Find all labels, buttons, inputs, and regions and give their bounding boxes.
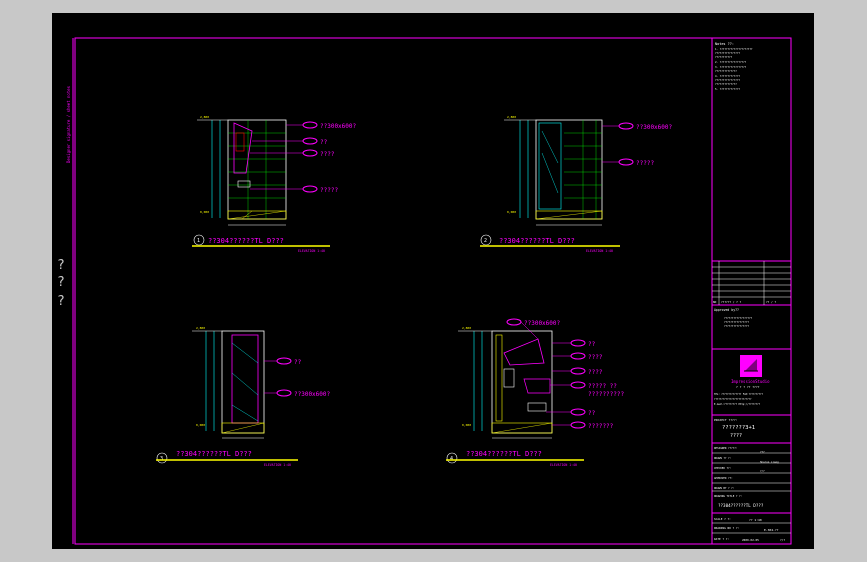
height-label-bottom: 0,000 [507,210,516,214]
project-sub: ???? [730,433,742,439]
callout-1: ??300x600? [636,124,673,131]
rev-header-desc: ?????? / ? ? [721,300,742,304]
height-label-top: 2,800 [462,326,471,330]
project-label: PROJECT ????: [714,418,738,422]
company-sub: ? ? ? ?? ???? [736,385,760,389]
notes-line: 4. ????????????? [715,74,740,78]
company-name: ImpressionStudio [731,379,770,384]
elev-title: ??304??????TL D??? [466,450,542,458]
elev-scale: ELEVATION 1:40 [298,249,325,253]
field-value: ?/? [760,469,765,473]
callout-2: ?? [588,341,596,348]
field-label: DRAWN ?? ?: [714,456,731,460]
notes-line: ?????????????? [715,69,737,73]
notes-line: 3. ????????????????? [715,65,747,69]
elev-number: 3 [160,456,163,462]
scale-label: SCALE ? ?: [714,517,731,521]
rev-header-no: NO [713,300,717,304]
margin-question-3: ? [57,294,65,309]
elev-scale: ELEVATION 1:40 [586,249,613,253]
approved-line: ?????????????????? [724,316,753,320]
field-label: CHECKED ??: [714,466,731,470]
callout-1: ??300x600? [524,320,561,327]
notes-line: 2. ????????????????? [715,60,747,64]
notes-line: ??????????? [715,55,733,59]
callout-5: ????? ?? [588,383,617,390]
date-label: DATE ? ?: [714,537,729,541]
callout-2: ????? [636,160,654,167]
notes-line: ?????????????? [715,82,737,86]
drawing-canvas: Designer signature / sheet notes ? ? ? N… [57,37,792,545]
notes-title: Notes ??: [715,42,734,46]
notes-line: 5. ????????????? [715,87,740,91]
callout-7: ?? [588,410,596,417]
elev-number: 2 [484,238,487,244]
drawing-no-label: DRAWING NO ? ?: [714,526,740,530]
margin-vertical-text: Designer signature / sheet notes [66,85,71,163]
notes-line: ???????????????? [715,78,740,82]
callout-4: ???? [588,369,603,376]
address-line: E-mail:????????? Http://???????? [714,403,761,406]
tile-grid [228,120,286,219]
elev-number: 4 [450,456,453,462]
elev-title: ??304??????TL D??? [208,237,284,245]
scale-value: ?? 1:40 [749,518,762,522]
height-label-top: 2,800 [200,115,209,119]
elevation-4: 2,800 0,000 ??300x600? ?? ???? ???? ????… [446,318,625,467]
callout-6: ?????????? [588,391,625,398]
revision-table: NO ?????? / ? ? ?? / ? [711,260,792,306]
height-label-top: 2,800 [507,115,516,119]
callout-8: ??????? [588,423,614,430]
height-label-bottom: 0,000 [200,210,209,214]
callout-2: ?? [320,139,328,146]
elev-scale: ELEVATION 1:40 [550,463,577,467]
elevation-1: 2,800 0,000 ??300x600? ?? ???? ????? 1 ?… [192,115,357,253]
height-label-bottom: 0,000 [462,423,471,427]
margin-question-2: ? [57,275,65,290]
callout-1: ?? [294,359,302,366]
field-label: DESIGNER ?????: [714,446,737,450]
approved-label: Approved by?? [714,308,739,312]
callout-2: ??300x600? [294,391,331,398]
drawing-sheet: Designer signature / sheet notes ? ? ? N… [52,13,814,549]
height-label-top: 2,800 [196,326,205,330]
address-line: ?????????????????????????? [714,398,752,401]
drawing-frame [74,37,792,545]
elevation-3: 2,800 0,000 ?? ??300x600? 3 ??304??????T… [156,326,331,467]
drawing-title: ??304??????TL D??? [718,503,764,508]
date-value: 2009.02.05 [742,538,759,542]
project-name: ???????3+1 [722,425,755,431]
rev-value: ?/? [780,538,785,542]
field-label: DRAWN BY ? ?: [714,486,734,490]
field-label: DRAWING TITLE ? ?: [714,494,742,498]
notes-line: ???????????????? [715,51,740,55]
elevation-2: 2,800 0,000 ??300x600? ????? 2 ??304????… [480,115,673,253]
elev-scale: ELEVATION 1:40 [264,463,291,467]
approved-line: ???????????????? [724,320,749,324]
tile-grid [564,120,602,219]
field-value: ??? [760,450,765,454]
approved-line: ???????????????? [724,324,749,328]
company-logo [740,355,762,377]
callout-4: ????? [320,187,338,194]
title-block: Notes ??: 1. ????????????????????? ?????… [711,37,792,545]
elev-number: 1 [197,238,200,244]
drawing-no-value: E-304-?? [764,528,779,532]
address-line: TEL: ?????????????? FAX:?????????? [714,393,763,396]
elev-title: ??304??????TL D??? [176,450,252,458]
field-value: Sharon Liang [760,460,779,464]
field-label: APPROVED ??: [714,476,733,480]
rev-header-date: ?? / ? [766,300,776,304]
fields-table: DESIGNER ?????: ??? DRAWN ?? ?: Sharon L… [712,442,791,542]
callout-1: ??300x600? [320,123,357,130]
margin-question-1: ? [57,258,65,273]
elev-title: ??304??????TL D??? [499,237,575,245]
callout-3: ???? [320,151,335,158]
height-label-bottom: 0,000 [196,423,205,427]
notes-lines: 1. ????????????????????? ???????????????… [715,47,753,91]
callout-3: ???? [588,354,603,361]
notes-line: 1. ????????????????????? [715,47,753,51]
